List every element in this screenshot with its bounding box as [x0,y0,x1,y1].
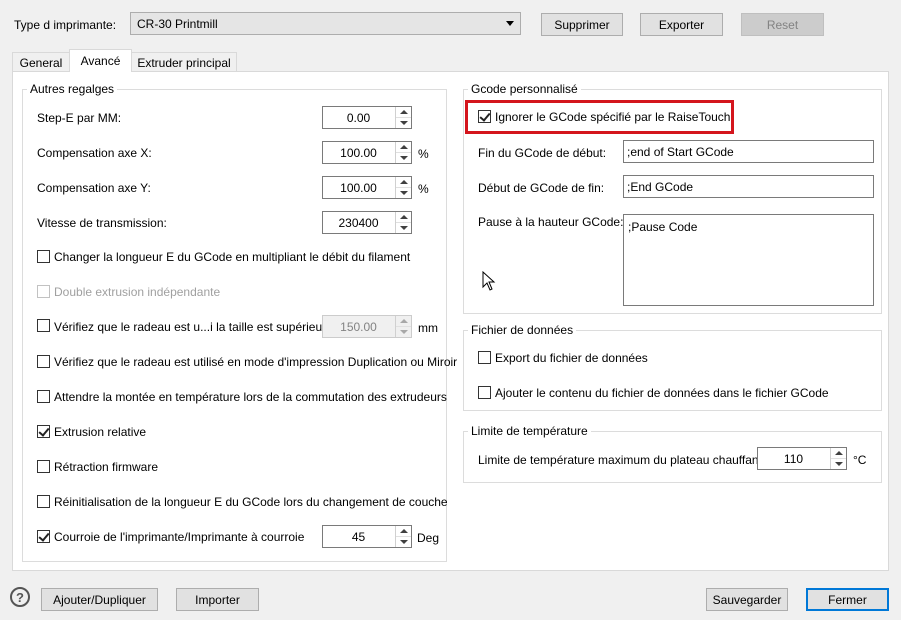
temp-limit-title: Limite de température [468,424,591,438]
raft-size-spinbox[interactable]: 150.00 [322,315,412,338]
spin-up-icon[interactable] [396,212,411,223]
comp-x-value: 100.00 [340,145,377,160]
printer-select[interactable]: CR-30 Printmill [130,12,521,35]
step-e-spinbox[interactable]: 0.00 [322,106,412,129]
relative-extrusion-checkbox[interactable] [37,425,50,438]
baud-value: 230400 [338,215,379,230]
spin-down-icon[interactable] [831,459,846,470]
help-icon[interactable]: ? [10,587,30,607]
spin-up-icon[interactable] [396,107,411,118]
end-gcode-start-label: Début de GCode de fin: [478,181,605,195]
reset-e-checkbox[interactable] [37,495,50,508]
import-button[interactable]: Importer [176,588,259,611]
firmware-retraction-checkbox[interactable] [37,460,50,473]
spin-down-icon[interactable] [396,327,411,338]
start-gcode-end-label: Fin du GCode de début: [478,146,607,160]
reset-e-label: Réinitialisation de la longueur E du GCo… [54,495,448,509]
baud-spinbox[interactable]: 230400 [322,211,412,234]
delete-button[interactable]: Supprimer [541,13,623,36]
comp-y-label: Compensation axe Y: [37,181,151,195]
chevron-down-icon [506,21,514,26]
comp-x-spinbox[interactable]: 100.00 [322,141,412,164]
raft-size-label: Vérifiez que le radeau est u...i la tail… [54,320,343,334]
append-data-file-checkbox[interactable] [478,386,491,399]
comp-y-unit: % [418,182,429,196]
tab-general[interactable]: General [12,52,70,72]
save-button[interactable]: Sauvegarder [706,588,788,611]
comp-x-label: Compensation axe X: [37,146,152,160]
step-e-value: 0.00 [346,110,371,125]
spin-down-icon[interactable] [396,188,411,199]
bed-temp-limit-label: Limite de température maximum du plateau… [478,453,766,467]
belt-angle-value: 45 [351,529,366,544]
double-extrusion-checkbox[interactable] [37,285,50,298]
comp-x-unit: % [418,147,429,161]
end-gcode-start-value: ;End GCode [627,179,694,194]
other-settings-title: Autres regalges [27,82,118,96]
belt-angle-unit: Deg [417,531,440,545]
spin-down-icon[interactable] [396,153,411,164]
raft-size-value: 150.00 [340,319,377,334]
comp-y-spinbox[interactable]: 100.00 [322,176,412,199]
close-button[interactable]: Fermer [806,588,889,611]
comp-y-value: 100.00 [340,180,377,195]
export-button[interactable]: Exporter [640,13,723,36]
pause-gcode-value: ;Pause Code [628,220,698,234]
double-extrusion-label: Double extrusion indépendante [54,285,221,299]
printer-select-value: CR-30 Printmill [137,16,218,31]
wait-temp-label: Attendre la montée en température lors d… [54,390,447,404]
bed-temp-limit-unit: °C [853,453,867,467]
wait-temp-checkbox[interactable] [37,390,50,403]
export-data-file-checkbox[interactable] [478,351,491,364]
export-data-file-label: Export du fichier de données [495,351,648,365]
tab-general-label: General [19,55,63,70]
raft-size-unit: mm [418,321,438,335]
spin-up-icon[interactable] [396,526,411,537]
ignore-gcode-label: Ignorer le GCode spécifié par le RaiseTo… [495,110,731,124]
spin-down-icon[interactable] [396,537,411,548]
spin-up-icon[interactable] [396,316,411,327]
bed-temp-limit-value: 110 [783,451,804,466]
belt-angle-spinbox[interactable]: 45 [322,525,412,548]
tab-main-extruder[interactable]: Extruder principal [131,52,237,72]
relative-extrusion-label: Extrusion relative [54,425,147,439]
tab-advanced[interactable]: Avancé [69,49,132,72]
change-e-label: Changer la longueur E du GCode en multip… [54,250,411,264]
spin-down-icon[interactable] [396,118,411,129]
tab-advanced-label: Avancé [80,54,121,68]
raft-dup-checkbox[interactable] [37,355,50,368]
end-gcode-start-field[interactable]: ;End GCode [623,175,874,198]
belt-printer-label: Courroie de l'imprimante/Imprimante à co… [54,530,305,544]
raft-size-checkbox[interactable] [37,319,50,332]
add-duplicate-button[interactable]: Ajouter/Dupliquer [41,588,158,611]
start-gcode-end-value: ;end of Start GCode [627,144,734,159]
mouse-cursor-icon [482,271,496,291]
spin-down-icon[interactable] [396,223,411,234]
tab-main-extruder-label: Extruder principal [137,55,231,70]
belt-printer-checkbox[interactable] [37,530,50,543]
bed-temp-limit-spinbox[interactable]: 110 [757,447,847,470]
pause-gcode-field[interactable]: ;Pause Code [623,214,874,306]
raft-dup-label: Vérifiez que le radeau est utilisé en mo… [54,355,458,369]
step-e-label: Step-E par MM: [37,111,122,125]
baud-label: Vitesse de transmission: [37,216,167,230]
custom-gcode-title: Gcode personnalisé [468,82,581,96]
data-file-title: Fichier de données [468,323,577,337]
spin-up-icon[interactable] [396,177,411,188]
firmware-retraction-label: Rétraction firmware [54,460,159,474]
pause-gcode-label: Pause à la hauteur GCode: [478,215,624,229]
spin-up-icon[interactable] [396,142,411,153]
ignore-gcode-checkbox[interactable] [478,110,491,123]
reset-button[interactable]: Reset [741,13,824,36]
spin-up-icon[interactable] [831,448,846,459]
change-e-checkbox[interactable] [37,250,50,263]
start-gcode-end-field[interactable]: ;end of Start GCode [623,140,874,163]
printer-type-label: Type d imprimante: [14,18,117,32]
append-data-file-label: Ajouter le contenu du fichier de données… [495,386,829,400]
